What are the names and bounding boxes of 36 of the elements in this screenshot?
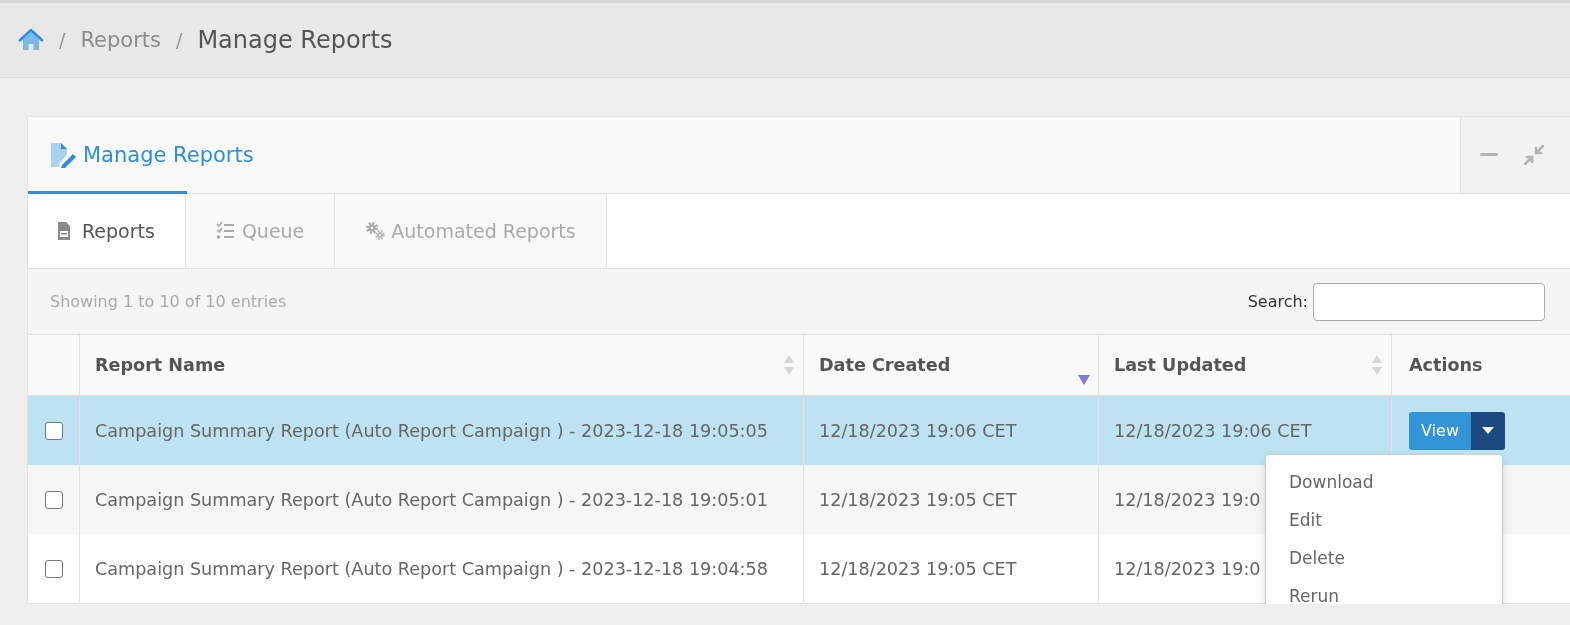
table-cell: 12/18/2023 19:0: [1114, 558, 1261, 579]
table-cell: 12/18/2023 19:06 CET: [1114, 420, 1312, 441]
breadcrumb-separator: /: [175, 29, 183, 51]
home-icon[interactable]: [18, 29, 44, 51]
column-header[interactable]: Date Created: [819, 355, 951, 375]
menu-item[interactable]: Download: [1266, 463, 1502, 501]
sort-descending-icon[interactable]: [1078, 375, 1090, 385]
column-header: Actions: [1409, 355, 1483, 375]
dropdown-toggle-button[interactable]: [1470, 411, 1505, 450]
menu-item[interactable]: Delete: [1266, 539, 1502, 577]
checkbox[interactable]: [44, 490, 63, 509]
view-button[interactable]: View: [1409, 411, 1471, 450]
menu-item[interactable]: Rerun: [1266, 577, 1502, 604]
checkbox[interactable]: [44, 421, 63, 440]
checklist-icon: [215, 221, 236, 241]
entries-info: Showing 1 to 10 of 10 entries: [50, 292, 287, 311]
column-header[interactable]: Report Name: [95, 355, 226, 375]
search-label: Search:: [1247, 292, 1308, 311]
table-cell: Campaign Summary Report (Auto Report Campaign ) - 2023-12-18 19:05:05: [95, 420, 768, 441]
table-cell: Campaign Summary Report (Auto Report Campaign ) - 2023-12-18 19:05:01: [95, 489, 768, 510]
table-cell: Campaign Summary Report (Auto Report Campaign ) - 2023-12-18 19:04:58: [95, 558, 768, 579]
table-cell: 12/18/2023 19:05 CET: [819, 558, 1017, 579]
minimize-icon[interactable]: [1480, 153, 1498, 157]
document-edit-icon: [49, 142, 77, 168]
table-cell: 12/18/2023 19:05 CET: [819, 489, 1017, 510]
panel-title: Manage Reports: [49, 141, 254, 169]
checkbox[interactable]: [44, 559, 63, 578]
table-cell: 12/18/2023 19:0: [1114, 489, 1261, 510]
column-header[interactable]: Last Updated: [1114, 355, 1247, 375]
table-cell: 12/18/2023 19:06 CET: [819, 420, 1017, 441]
breadcrumb-separator: /: [59, 29, 66, 51]
search-field[interactable]: [1313, 282, 1545, 321]
page-title: Manage Reports: [197, 26, 393, 54]
gears-icon: [365, 221, 386, 241]
caret-icon: [1481, 427, 1494, 434]
compress-icon[interactable]: [1524, 145, 1544, 165]
